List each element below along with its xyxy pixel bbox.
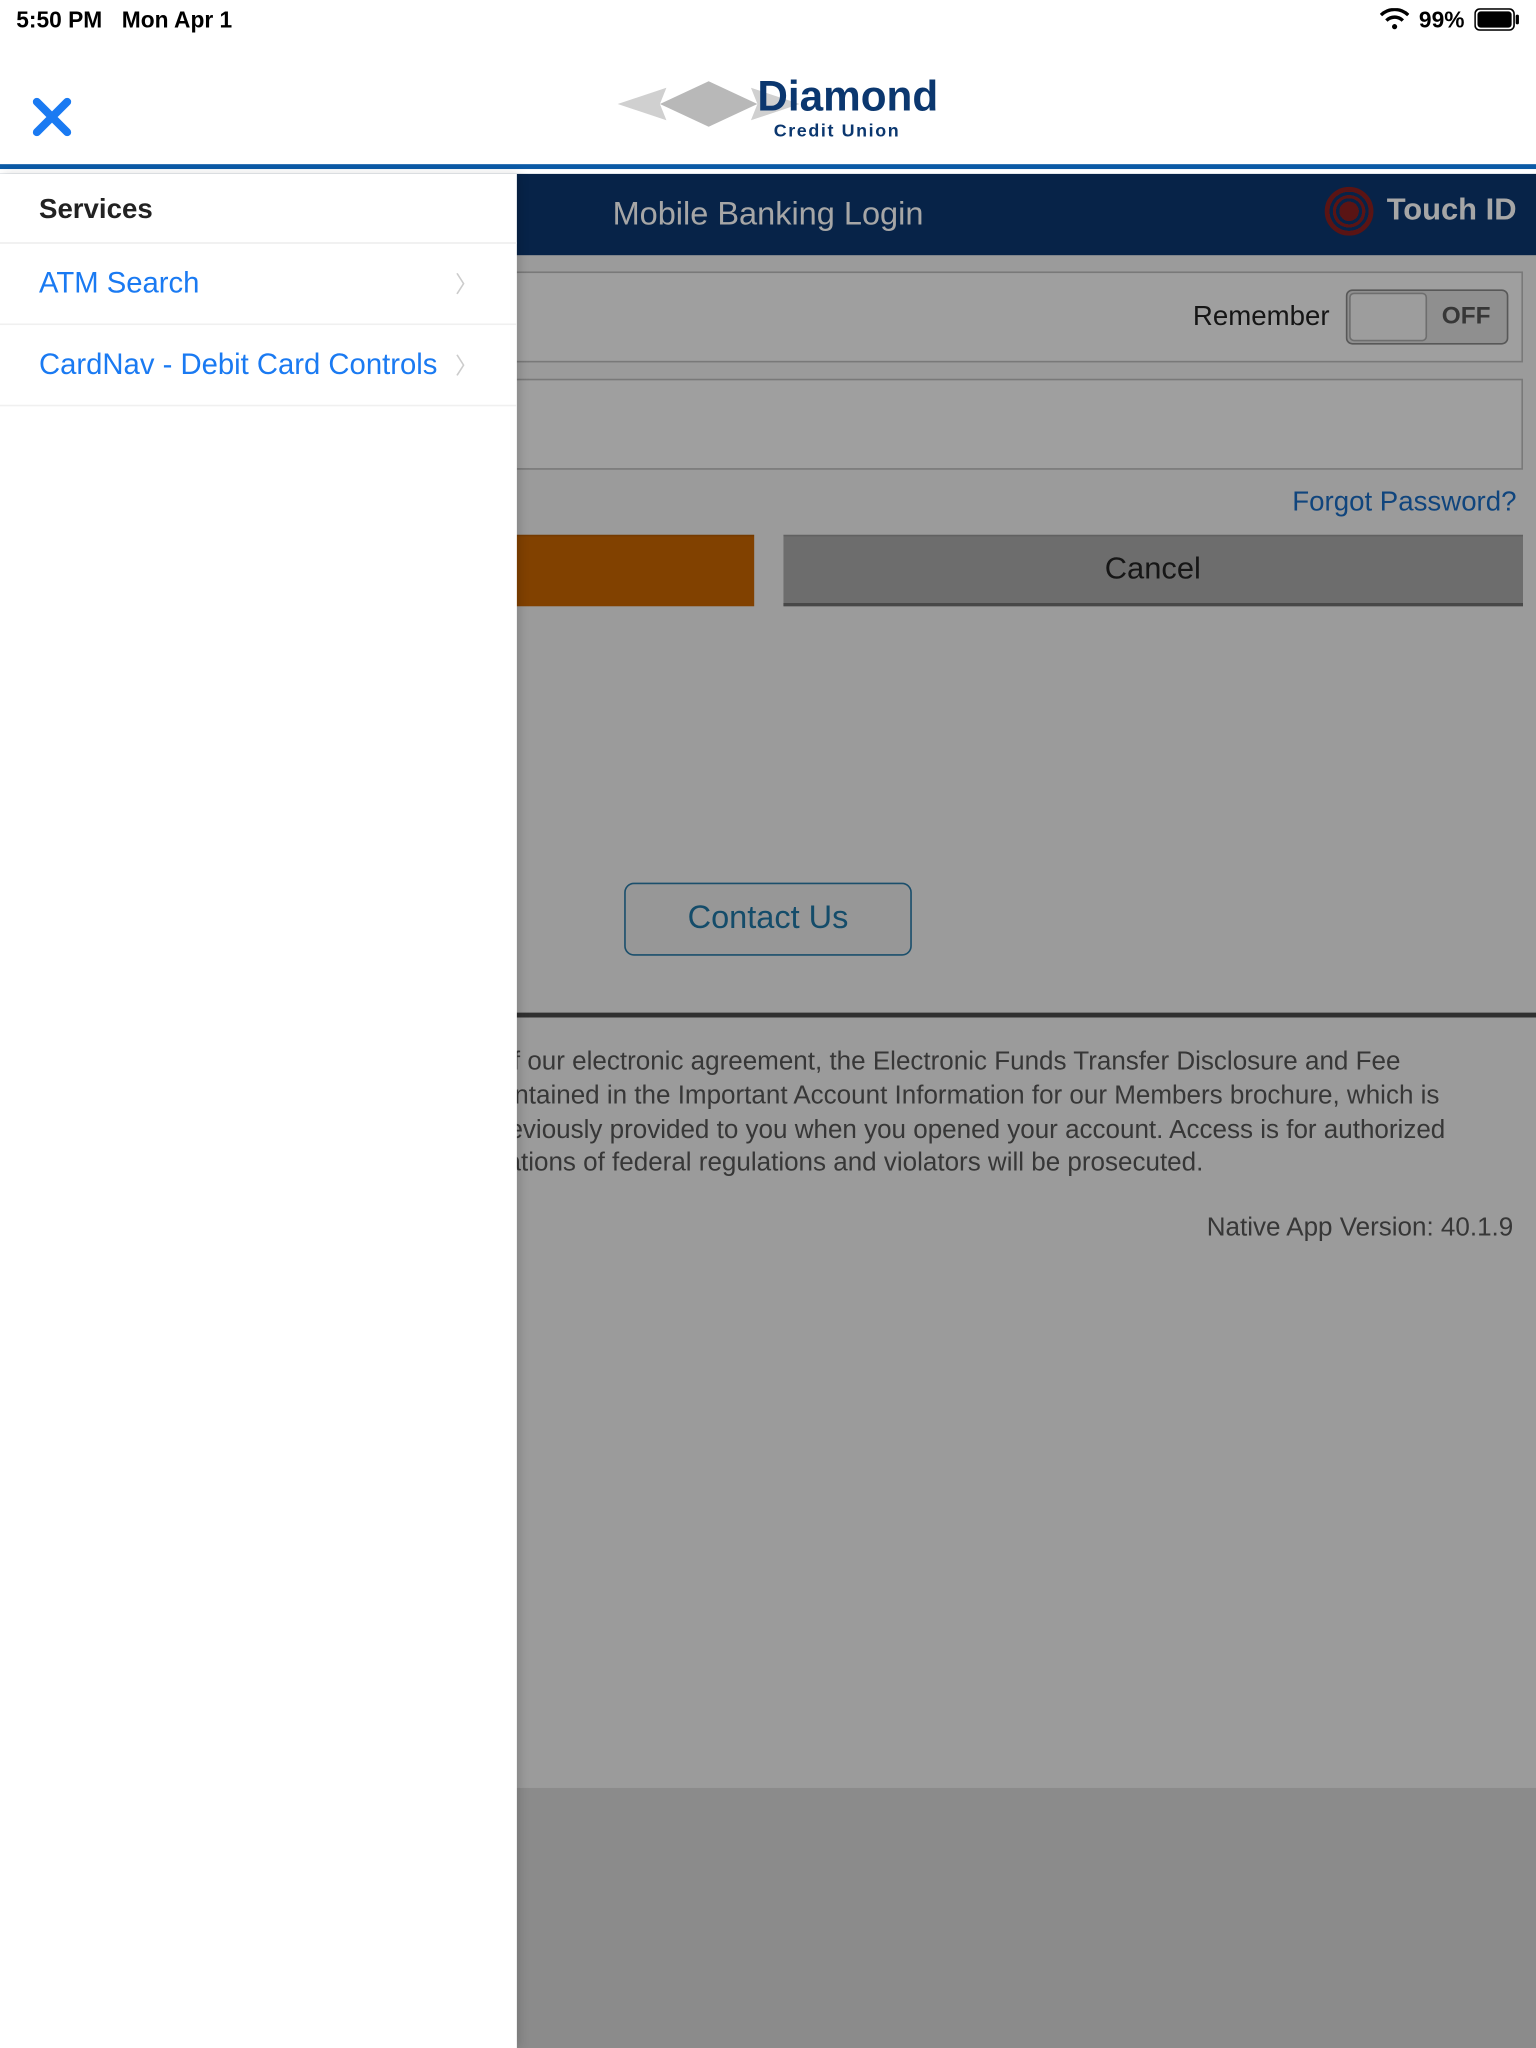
sidebar-item-atm-search[interactable]: ATM Search 〉 xyxy=(0,244,517,325)
status-bar: 5:50 PM Mon Apr 1 99% xyxy=(0,0,1536,39)
sidebar-item-label: CardNav - Debit Card Controls xyxy=(39,348,437,382)
brand-logo: Diamond Credit Union xyxy=(581,52,955,156)
sidebar-item-cardnav[interactable]: CardNav - Debit Card Controls 〉 xyxy=(0,325,517,406)
sidebar-item-label: ATM Search xyxy=(39,267,199,301)
logo-sub-text: Credit Union xyxy=(773,121,900,141)
chevron-right-icon: 〉 xyxy=(455,267,478,300)
app-bar: Diamond Credit Union xyxy=(0,39,1536,169)
battery-percent: 99% xyxy=(1419,7,1465,33)
wifi-icon xyxy=(1380,8,1409,31)
logo-main-text: Diamond xyxy=(757,73,938,120)
status-time: 5:50 PM xyxy=(16,7,102,33)
chevron-right-icon: 〉 xyxy=(455,349,478,382)
close-icon[interactable] xyxy=(29,94,75,140)
battery-icon xyxy=(1474,8,1520,31)
status-date: Mon Apr 1 xyxy=(122,7,232,33)
services-header: Services xyxy=(0,174,517,244)
services-panel: Services ATM Search 〉 CardNav - Debit Ca… xyxy=(0,174,517,2048)
